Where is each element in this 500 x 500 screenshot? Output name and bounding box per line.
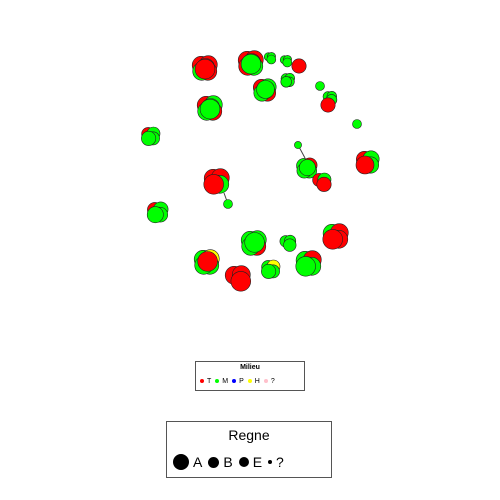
node-point	[194, 58, 216, 80]
milieu-t-label: T	[207, 377, 212, 385]
node-cluster	[320, 97, 336, 113]
regne-legend-item-unknown: ?	[268, 454, 284, 470]
regne-a-marker	[173, 454, 189, 470]
regne-legend-row: A B E ?	[173, 452, 327, 472]
milieu-h-swatch	[247, 379, 252, 383]
node-point	[282, 57, 293, 68]
node-cluster	[261, 259, 281, 279]
regne-b-label: B	[223, 454, 233, 470]
regne-a-label: A	[193, 454, 203, 470]
node-cluster	[203, 168, 230, 195]
node-cluster	[294, 141, 302, 149]
node-point	[283, 238, 297, 252]
node-point	[230, 271, 252, 292]
node-cluster	[196, 95, 223, 121]
node-cluster	[240, 230, 267, 256]
node-cluster	[322, 223, 349, 250]
node-point	[146, 206, 164, 224]
milieu-m-label: M	[222, 377, 229, 385]
node-cluster	[279, 234, 297, 252]
node-point	[203, 174, 224, 195]
milieu-legend-item-unknown: ?	[263, 377, 275, 385]
node-cluster	[315, 81, 325, 91]
milieu-legend: Milieu T M P H ?	[195, 361, 305, 391]
regne-unknown-label: ?	[276, 454, 284, 470]
regne-legend-item-a: A	[173, 454, 202, 470]
milieu-legend-item-t: T	[200, 378, 211, 385]
node-cluster	[263, 52, 277, 65]
node-point	[355, 155, 375, 175]
node-cluster	[191, 55, 218, 81]
milieu-unknown-swatch	[263, 379, 268, 383]
node-point	[244, 232, 265, 253]
node-point	[315, 81, 325, 91]
node-point	[256, 80, 275, 99]
node-cluster	[253, 78, 277, 102]
node-cluster	[141, 126, 161, 146]
milieu-legend-row: T M P H ?	[200, 376, 302, 386]
node-point	[199, 98, 221, 120]
node-point	[316, 176, 332, 192]
regne-e-marker	[238, 457, 249, 467]
milieu-t-swatch	[200, 379, 204, 383]
regne-b-marker	[208, 456, 220, 468]
node-cluster	[352, 119, 362, 129]
node-cluster	[296, 157, 318, 179]
milieu-legend-item-h: H	[247, 377, 260, 385]
milieu-p-label: P	[239, 377, 244, 385]
regne-legend-title: Regne	[228, 427, 270, 443]
node-point	[352, 119, 362, 129]
node-cluster	[223, 199, 233, 209]
node-cluster	[237, 50, 264, 76]
node-point	[291, 58, 307, 74]
node-cluster	[146, 201, 169, 224]
node-cluster	[291, 58, 307, 74]
node-cluster	[193, 249, 220, 275]
milieu-legend-title: Milieu	[240, 364, 260, 371]
node-cluster	[224, 265, 252, 292]
milieu-unknown-label: ?	[270, 377, 275, 385]
milieu-legend-item-p: P	[232, 378, 244, 385]
milieu-m-swatch	[215, 379, 220, 383]
milieu-p-swatch	[232, 379, 237, 383]
regne-e-label: E	[252, 454, 263, 470]
node-point	[197, 251, 218, 272]
milieu-h-label: H	[254, 377, 260, 385]
node-point	[280, 76, 292, 88]
node-point	[320, 97, 336, 113]
node-point	[240, 53, 262, 75]
node-point	[295, 256, 316, 277]
node-point	[294, 141, 302, 149]
regne-unknown-marker	[268, 460, 273, 464]
node-cluster	[312, 172, 332, 192]
milieu-legend-item-m: M	[215, 378, 228, 385]
node-point	[266, 54, 277, 65]
node-point	[298, 159, 316, 177]
regne-legend-item-b: B	[208, 454, 233, 470]
node-cluster	[295, 250, 322, 277]
node-cluster	[279, 55, 293, 68]
node-point	[322, 229, 343, 250]
node-cluster	[355, 150, 380, 175]
node-point	[223, 199, 233, 209]
regne-legend: Regne A B E ?	[166, 421, 332, 478]
regne-legend-item-e: E	[238, 454, 263, 470]
node-point	[141, 130, 157, 146]
node-cluster	[280, 72, 295, 88]
node-point	[261, 263, 277, 279]
